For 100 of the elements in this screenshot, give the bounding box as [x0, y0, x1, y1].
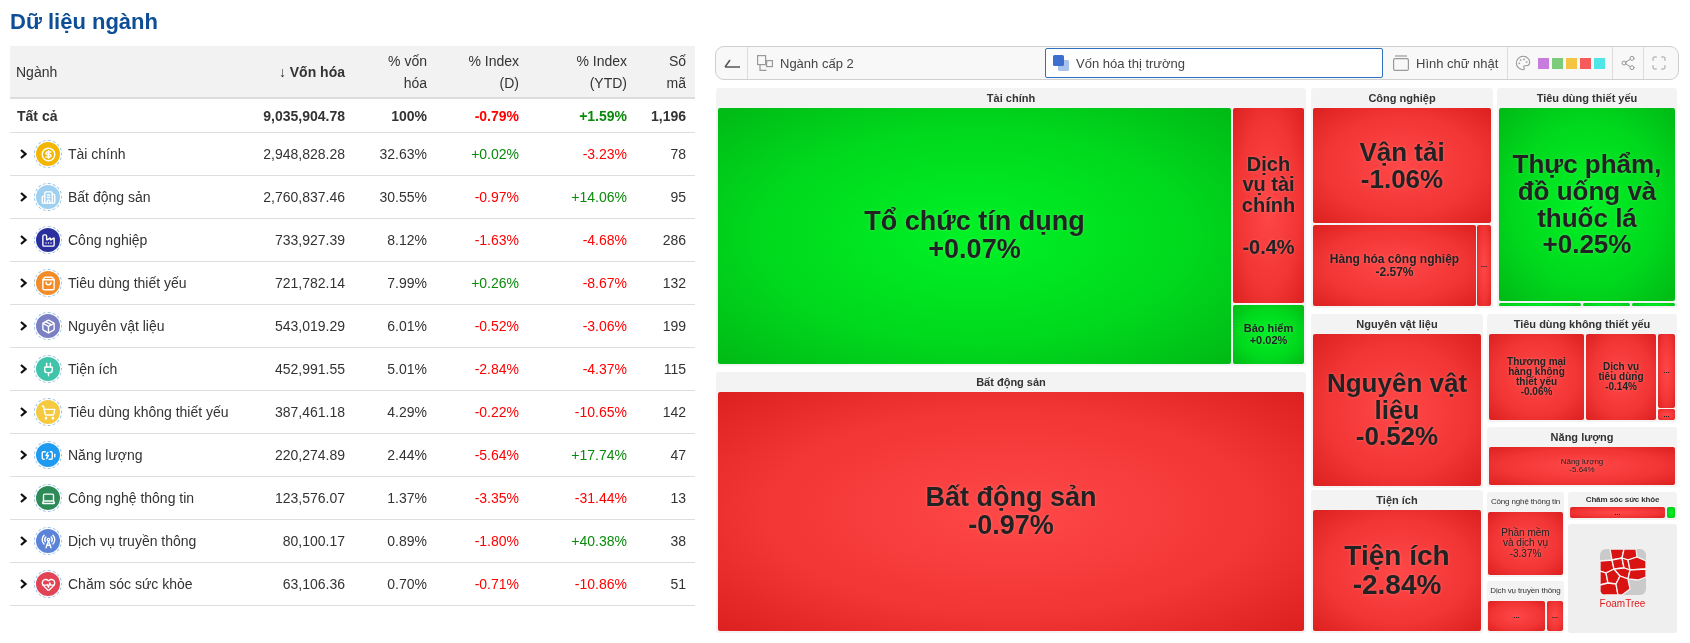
sector-name[interactable]: Tiêu dùng thiết yếu [68, 274, 187, 292]
cell-label: Tiện ích [1344, 541, 1450, 571]
table-cell: 2,760,837.46 [263, 188, 345, 206]
chevron-right-icon[interactable] [20, 364, 27, 374]
cell-change: -1.06% [1360, 165, 1444, 192]
cell-label: Vận tải [1359, 139, 1445, 166]
treemap-cell[interactable]: ... [1658, 334, 1675, 408]
sector-name[interactable]: Công nghiệp [68, 231, 148, 249]
sector-name[interactable]: Năng lượng [68, 446, 143, 464]
table-cell: -5.64% [474, 446, 519, 464]
cell-label: Năng lượng [1560, 457, 1604, 466]
treemap-cell[interactable]: Năng lượng -5.64% [1489, 447, 1675, 485]
cell-label: ... [1663, 366, 1670, 376]
table-cell: 0.89% [387, 532, 427, 550]
column-header[interactable]: % Index (YTD) [567, 49, 627, 94]
sector-name[interactable]: Bất động sản [68, 188, 151, 206]
cell-change: -0.97% [968, 511, 1054, 540]
table-cell: 2.44% [387, 446, 427, 464]
sector-name[interactable]: Tiện ích [68, 360, 118, 378]
table-cell: -0.79% [474, 106, 519, 125]
cell-change: +0.02% [1249, 334, 1288, 346]
treemap-cell[interactable] [1499, 303, 1581, 306]
cell-change: -0.06% [1520, 387, 1553, 398]
boxes-icon [757, 55, 773, 71]
fullscreen-icon [1651, 55, 1668, 71]
treemap-cell[interactable] [1632, 303, 1675, 306]
sector-name[interactable]: Tài chính [68, 145, 126, 163]
table-cell: -0.71% [474, 575, 519, 593]
treemap-cell[interactable] [1583, 303, 1630, 306]
treemap-cell[interactable]: Thương mại hàng không thiết yếu -0.06% [1489, 334, 1584, 420]
column-header[interactable]: Ngành [16, 60, 58, 83]
treemap-cell[interactable]: Tổ chức tín dụng +0.07% [718, 108, 1231, 364]
treemap-cell[interactable]: ... [1488, 601, 1545, 631]
chevron-right-icon[interactable] [20, 493, 27, 503]
group-title: Tiêu dùng không thiết yếu [1513, 317, 1651, 332]
sector-name[interactable]: Dịch vụ truyền thông [68, 532, 197, 550]
table-cell: 142 [662, 403, 686, 421]
table-cell: 95 [670, 188, 686, 206]
cell-change: -2.57% [1375, 265, 1414, 278]
treemap-cell[interactable]: ... [1547, 601, 1563, 631]
sector-name[interactable]: Nguyên vật liệu [68, 317, 165, 335]
table-cell: 1,196 [650, 106, 686, 125]
treemap-cell[interactable]: Tiện ích -2.84% [1313, 510, 1481, 631]
treemap-cell[interactable]: Thực phẩm, đồ uống và thuốc lá +0.25% [1499, 108, 1675, 301]
table-cell: +1.59% [579, 106, 627, 125]
treemap-cell[interactable]: Dịch vụ tiêu dùng -0.14% [1586, 334, 1656, 420]
table-cell: -3.06% [582, 317, 627, 335]
table-cell: -4.37% [582, 360, 627, 378]
column-header[interactable]: % Index (D) [459, 49, 519, 94]
table-cell: -10.86% [574, 575, 627, 593]
chevron-right-icon[interactable] [20, 235, 27, 245]
toolbar-dropdown[interactable]: Vốn hóa thị trường [1045, 48, 1383, 78]
chevron-right-icon[interactable] [20, 278, 27, 288]
table-cell: -4.68% [582, 231, 627, 249]
cell-label: Phần mềm và dịch vụ [1500, 528, 1551, 549]
cell-label: Thực phẩm, đồ uống và thuốc lá [1511, 151, 1663, 231]
chevron-right-icon[interactable] [20, 321, 27, 331]
share-icon [1620, 55, 1637, 71]
chevron-right-icon[interactable] [20, 407, 27, 417]
table-cell: -1.80% [474, 532, 519, 550]
toolbar-dropdown[interactable]: Hình chữ nhật [1385, 48, 1507, 78]
table-cell: -0.22% [474, 403, 519, 421]
table-cell: 4.29% [387, 403, 427, 421]
chevron-right-icon[interactable] [20, 450, 27, 460]
chevron-right-icon[interactable] [20, 192, 27, 202]
chevron-right-icon[interactable] [20, 536, 27, 546]
column-header[interactable]: % vốn hóa [377, 49, 427, 94]
treemap-cell[interactable]: Vận tải -1.06% [1313, 108, 1491, 223]
treemap-cell[interactable]: Phần mềm và dịch vụ -3.37% [1488, 512, 1563, 575]
treemap-cell[interactable]: Bảo hiểm +0.02% [1233, 305, 1304, 364]
treemap-cell[interactable]: Dịch vụ tài chính -0.4% [1233, 108, 1304, 303]
treemap-cell[interactable] [1667, 507, 1675, 518]
table-cell: -3.35% [474, 489, 519, 507]
page-title: Dữ liệu ngành [10, 8, 158, 36]
table-cell: 452,991.55 [274, 360, 345, 378]
chevron-right-icon[interactable] [20, 579, 27, 589]
column-header[interactable]: Số mã [658, 49, 686, 94]
treemap-cell[interactable]: Hàng hóa công nghiệp -2.57% [1313, 225, 1476, 306]
table-cell: 123,576.07 [274, 489, 345, 507]
chevron-right-icon[interactable] [20, 149, 27, 159]
treemap-cell[interactable]: ... [1477, 225, 1491, 306]
table-cell: 7.99% [387, 274, 427, 292]
squares-icon [1053, 55, 1069, 71]
treemap-cell[interactable]: Bất động sản -0.97% [718, 392, 1304, 631]
sector-name[interactable]: Tiêu dùng không thiết yếu [68, 403, 229, 421]
toolbar-dropdown[interactable]: Ngành cấp 2 [749, 48, 1043, 78]
column-header[interactable]: ↓ Vốn hóa [278, 60, 345, 83]
sector-name[interactable]: Công nghệ thông tin [68, 489, 195, 507]
table-cell: 5.01% [387, 360, 427, 378]
cell-label: Nguyên vật liệu [1325, 370, 1469, 424]
treemap-cell[interactable]: Nguyên vật liệu -0.52% [1313, 334, 1481, 486]
cell-change: -5.64% [1569, 466, 1595, 475]
table-cell: 2,948,828.28 [263, 145, 345, 163]
table-cell: 1.37% [387, 489, 427, 507]
cell-change: +0.25% [1542, 231, 1632, 258]
rectangle-icon [1393, 55, 1409, 71]
table-cell: -1.63% [474, 231, 519, 249]
sector-name[interactable]: Chăm sóc sức khỏe [68, 575, 193, 593]
cell-label: Thương mại hàng không thiết yếu [1506, 356, 1567, 388]
table-cell: 733,927.39 [274, 231, 345, 249]
